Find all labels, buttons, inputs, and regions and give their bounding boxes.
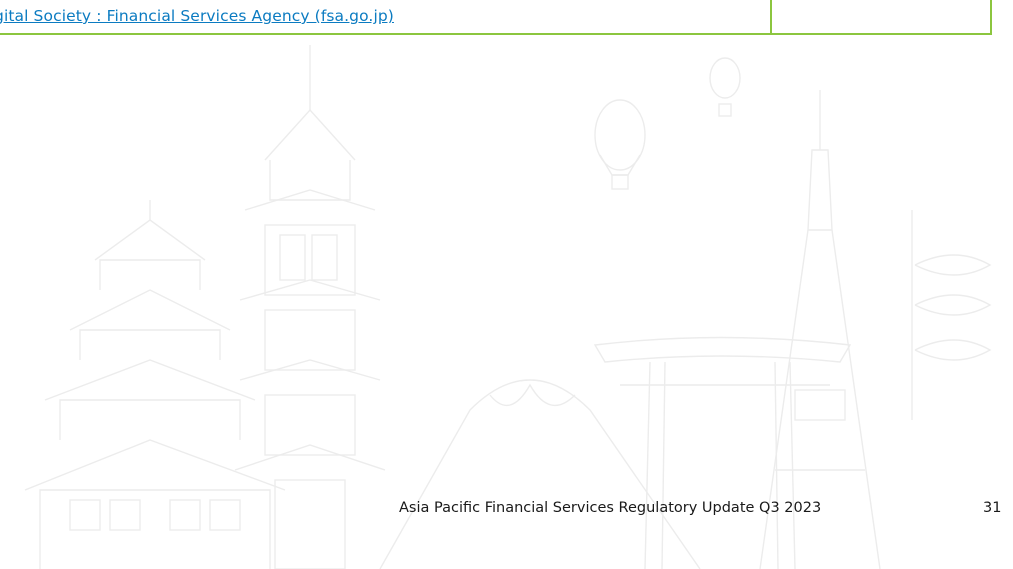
tokyo-tower-illustration — [759, 90, 881, 569]
mount-fuji-illustration — [379, 379, 701, 569]
hot-air-balloons-illustration — [594, 57, 741, 190]
page-number: 31 — [983, 500, 1002, 516]
koinobori-illustration — [911, 210, 992, 420]
fsa-reference-link[interactable]: gital Society : Financial Services Agenc… — [0, 7, 394, 25]
japan-skyline-background — [24, 45, 992, 569]
reference-link-cell: gital Society : Financial Services Agenc… — [0, 0, 772, 33]
torii-gate-illustration — [593, 336, 852, 569]
castle-illustration — [24, 200, 286, 569]
references-table-row: gital Society : Financial Services Agenc… — [0, 0, 992, 35]
empty-table-cell — [772, 0, 990, 33]
footer-document-title: Asia Pacific Financial Services Regulato… — [399, 500, 822, 516]
